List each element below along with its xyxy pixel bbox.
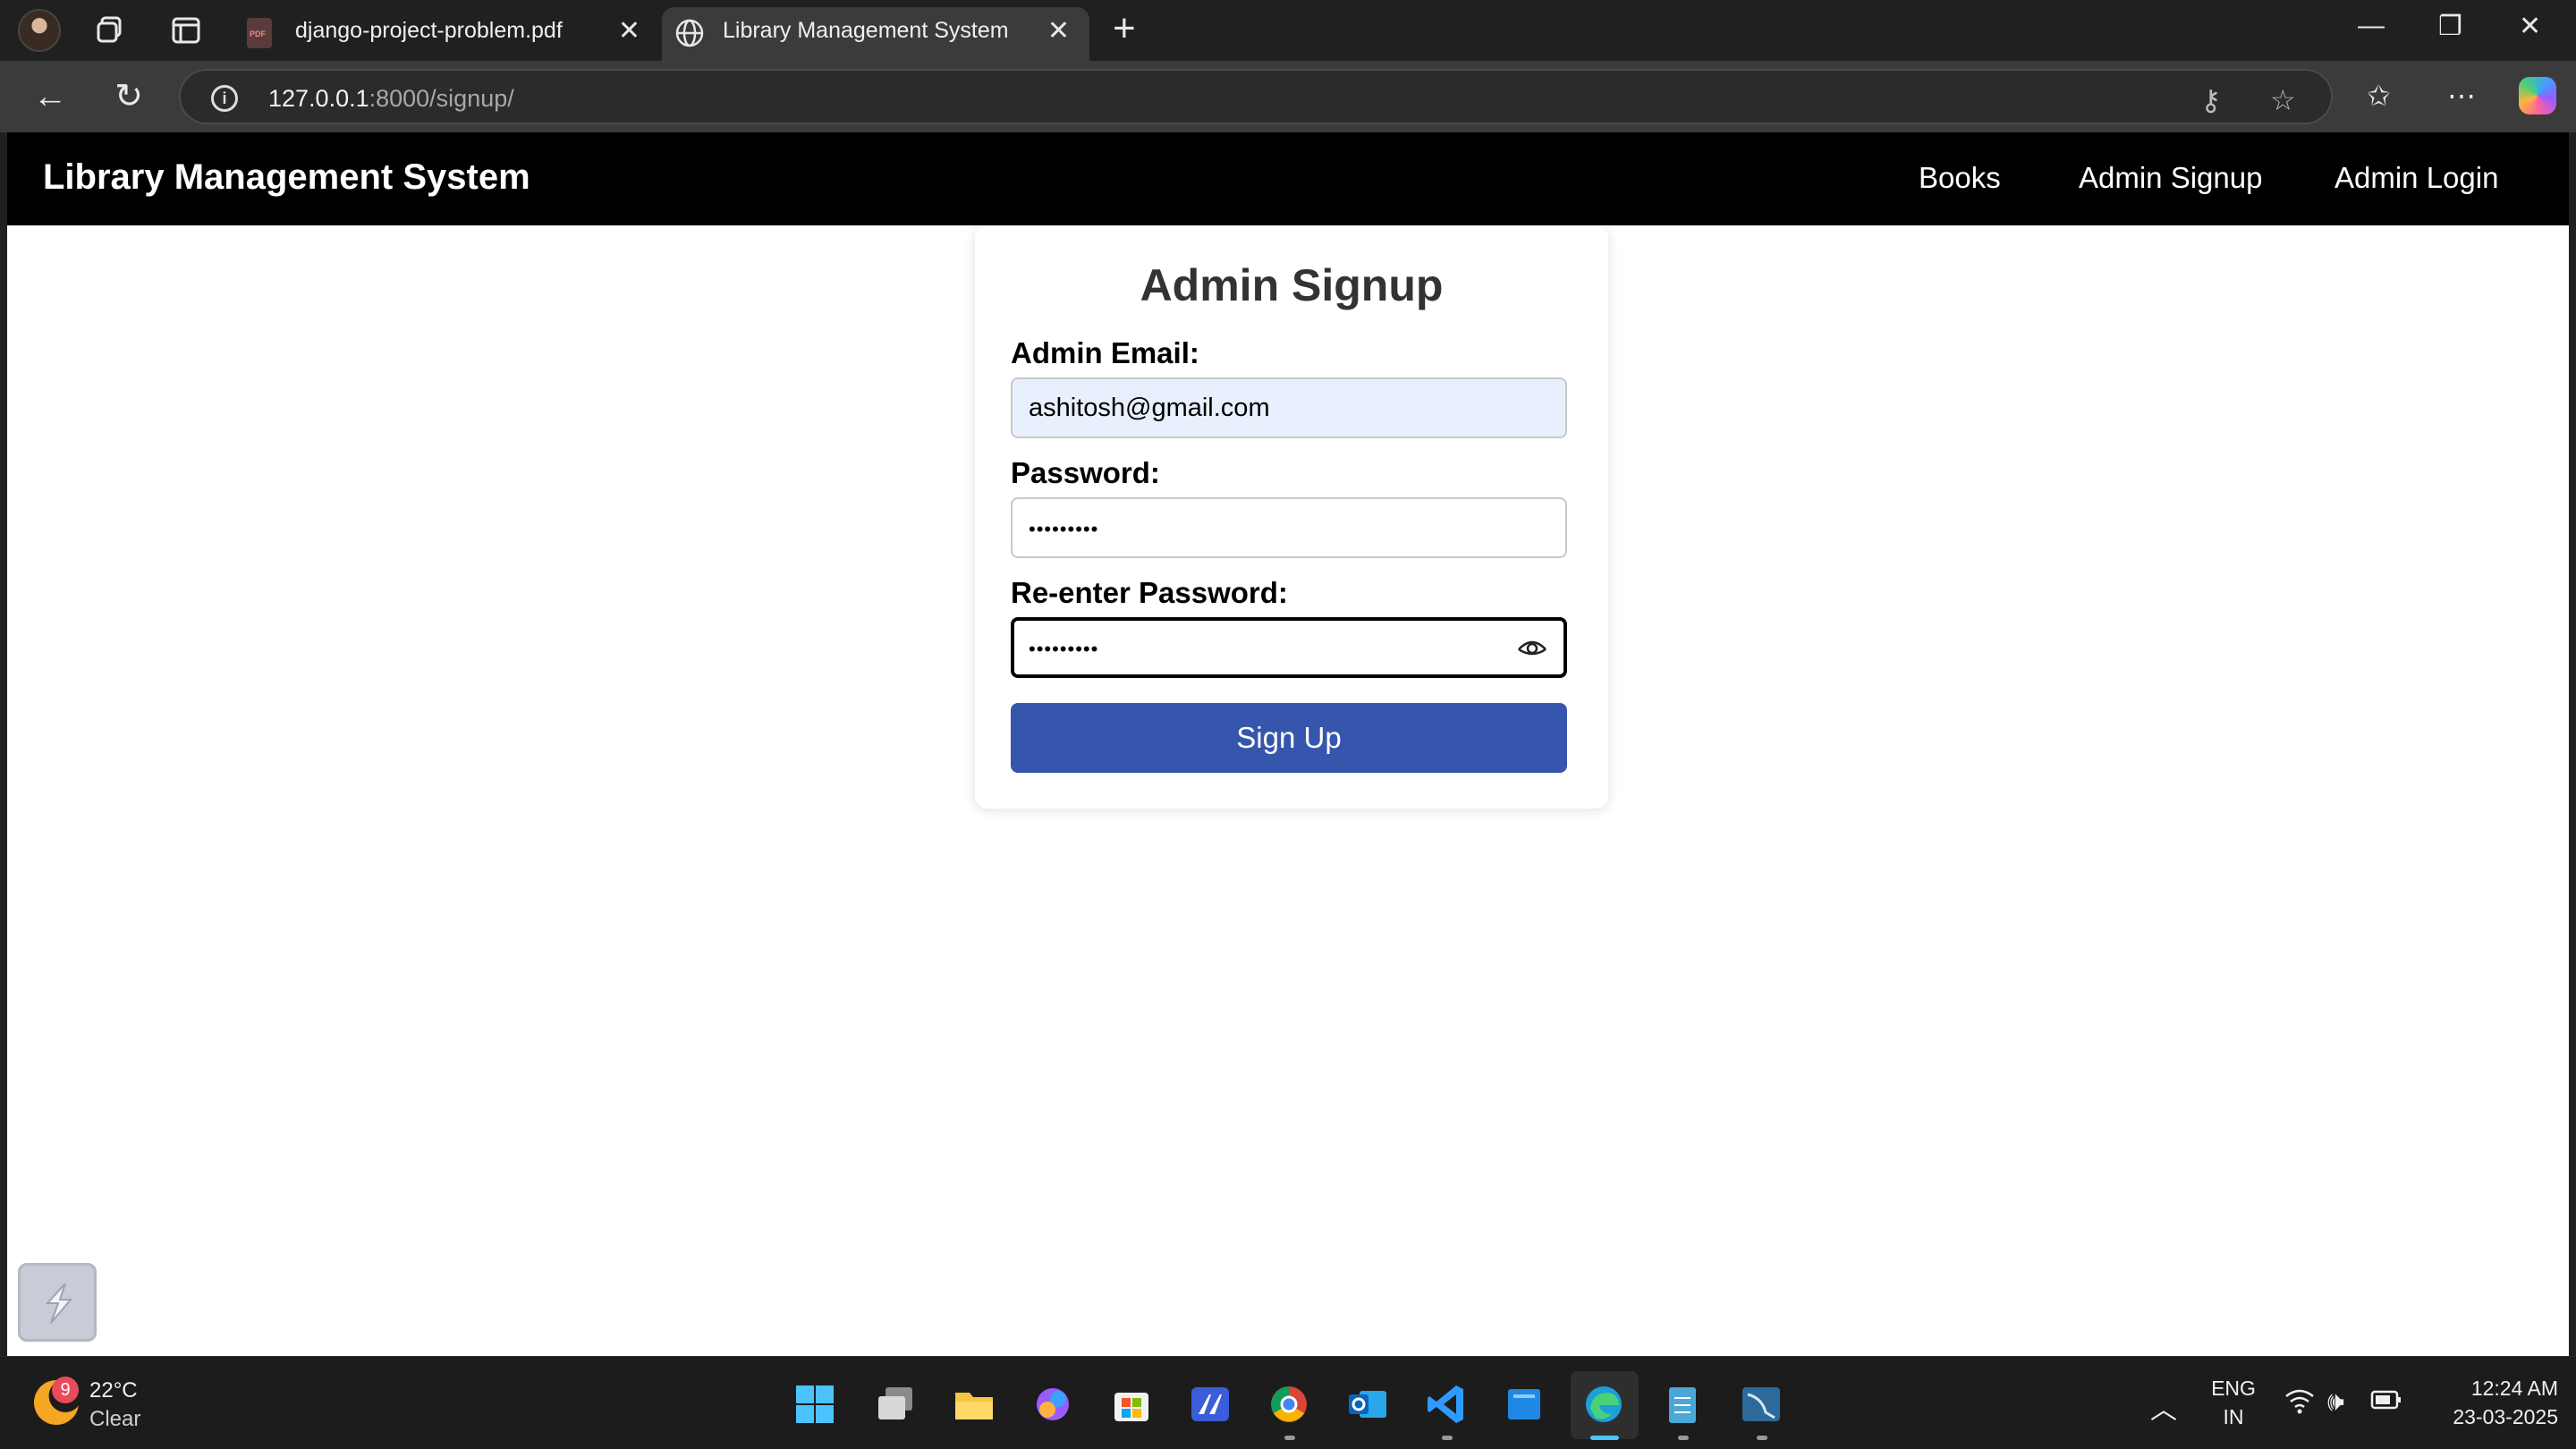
language-bottom[interactable]: IN [2209,1405,2258,1429]
tab-pdf[interactable]: django-project-problem.pdf ✕ [234,7,660,61]
running-indicator [1678,1436,1689,1440]
tab-library[interactable]: Library Management System ✕ [662,7,1089,61]
favorite-star-icon[interactable]: ☆ [2270,83,2296,117]
show-password-eye-icon[interactable] [1517,635,1547,660]
close-tab-icon[interactable]: ✕ [1047,18,1070,45]
url-text[interactable]: 127.0.0.1:8000/signup/ [268,85,514,113]
clock-time[interactable]: 12:24 AM [2426,1377,2558,1401]
nav-link-admin-signup[interactable]: Admin Signup [2079,161,2262,195]
copilot-icon[interactable] [2519,77,2556,114]
close-window-icon[interactable]: ✕ [2519,11,2541,42]
email-input[interactable]: ashitosh@gmail.com [1011,377,1567,438]
dev-app-icon[interactable] [1188,1382,1233,1427]
wifi-icon[interactable] [2284,1387,2315,1414]
clock-date[interactable]: 23-03-2025 [2426,1405,2558,1429]
edge-icon[interactable] [1581,1382,1626,1427]
tab-actions-icon[interactable] [168,13,204,48]
windows-app-icon[interactable] [1503,1382,1547,1427]
outlook-icon[interactable] [1345,1382,1390,1427]
more-options-icon[interactable]: ⋯ [2447,79,2476,113]
running-indicator [1284,1436,1295,1440]
microsoft-store-icon[interactable] [1109,1382,1154,1427]
language-top[interactable]: ENG [2209,1377,2258,1401]
volume-icon[interactable]: 🕪 [2327,1387,2344,1418]
password-input[interactable]: ••••••••• [1011,497,1567,558]
nav-link-books[interactable]: Books [1919,161,2001,195]
restore-icon[interactable]: ❐ [2438,11,2462,42]
minimize-icon[interactable]: — [2358,11,2385,41]
file-explorer-icon[interactable] [952,1382,996,1427]
start-icon[interactable] [792,1382,837,1427]
running-indicator [1442,1436,1453,1440]
password-label: Password: [1011,456,1160,489]
weather-badge: 9 [52,1377,79,1403]
email-label: Admin Email: [1011,336,1199,369]
signup-card: Admin Signup Admin Email: ashitosh@gmail… [975,225,1608,809]
form-title: Admin Signup [1140,260,1444,310]
site-info-icon[interactable]: i [211,85,238,112]
active-indicator [1590,1436,1619,1440]
chrome-icon[interactable] [1267,1382,1311,1427]
close-tab-icon[interactable]: ✕ [618,18,640,45]
tab-title: django-project-problem.pdf [295,18,563,43]
key-icon[interactable]: ⚷ [2200,83,2221,117]
new-tab-icon[interactable]: + [1113,9,1136,48]
running-indicator [1757,1436,1767,1440]
profile-avatar[interactable] [18,9,61,52]
weather-temp[interactable]: 22°C [89,1378,138,1403]
widget-logo-icon [45,1283,73,1324]
windows-taskbar: 9 22°C Clear ︿ ENG IN 🕪 12:24 AM 23-03-2… [0,1356,2576,1449]
tab-title: Library Management System [723,18,1009,43]
notepad-icon[interactable] [1660,1382,1705,1427]
refresh-icon[interactable]: ↻ [109,77,148,116]
browser-tab-strip: django-project-problem.pdf ✕ Library Man… [0,0,2576,61]
site-brand[interactable]: Library Management System [43,157,530,198]
reenter-password-value: ••••••••• [1029,638,1099,660]
workspaces-icon[interactable] [93,13,129,48]
browser-toolbar: ← ↻ i 127.0.0.1:8000/signup/ ⚷ ☆ ✩ ⋯ [0,61,2576,132]
floating-widget[interactable] [18,1263,97,1342]
password-value: ••••••••• [1029,518,1099,540]
sign-up-button[interactable]: Sign Up [1011,703,1567,773]
pdf-file-icon [247,18,272,48]
copilot-app-icon[interactable] [1030,1382,1075,1427]
battery-icon[interactable] [2370,1389,2402,1411]
globe-icon [675,19,704,47]
task-view-icon[interactable] [873,1382,918,1427]
nav-link-admin-login[interactable]: Admin Login [2334,161,2498,195]
page-viewport: Library Management System Books Admin Si… [7,132,2569,1356]
show-hidden-icons-chevron-icon[interactable]: ︿ [2150,1387,2177,1427]
favorites-icon[interactable]: ✩ [2367,79,2391,113]
reenter-password-label: Re-enter Password: [1011,576,1288,609]
email-value: ashitosh@gmail.com [1029,394,1270,422]
reenter-password-input[interactable]: ••••••••• [1011,617,1567,678]
vscode-icon[interactable] [1424,1382,1469,1427]
back-icon[interactable]: ← [30,77,70,116]
mysql-workbench-icon[interactable] [1739,1382,1784,1427]
address-bar[interactable]: i 127.0.0.1:8000/signup/ ⚷ ☆ [179,69,2333,124]
site-navbar: Library Management System Books Admin Si… [7,132,2569,225]
weather-desc[interactable]: Clear [89,1407,140,1432]
